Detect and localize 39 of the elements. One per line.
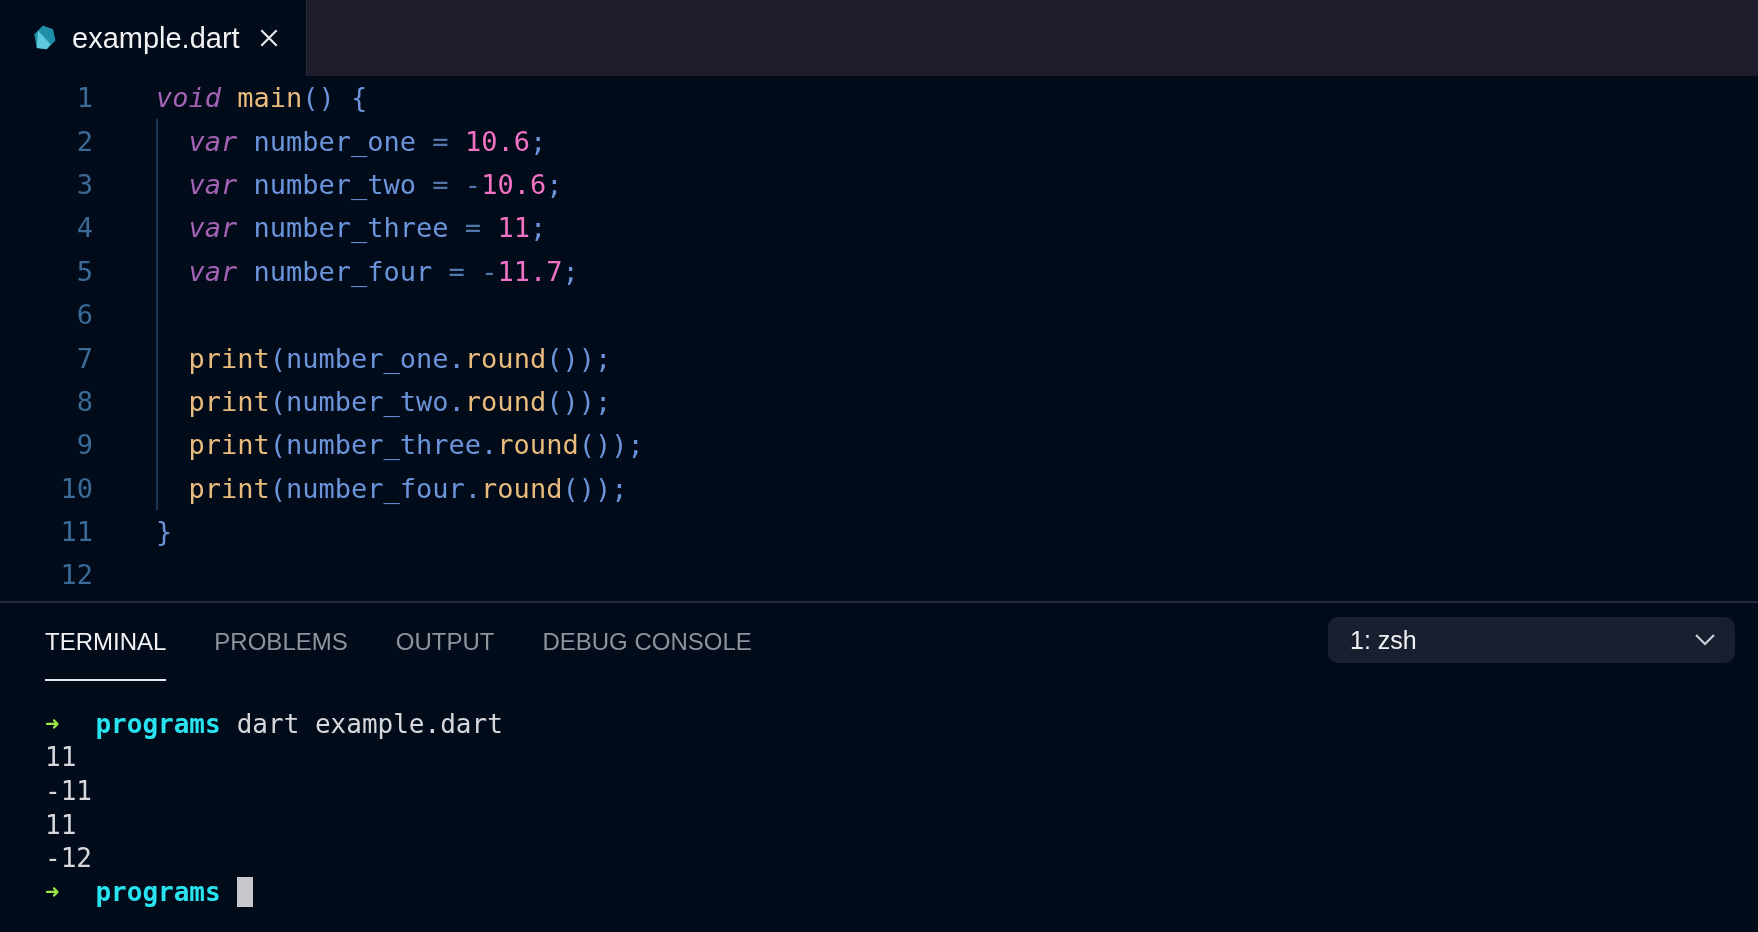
terminal-output: 11	[45, 809, 77, 840]
panel-tab[interactable]: OUTPUT	[395, 603, 495, 681]
code-line: var number_one = 10.6;	[188, 125, 547, 157]
text-cursor	[236, 876, 253, 907]
editor-tab[interactable]: example.dart	[0, 0, 307, 76]
code-line: var number_four = -11.7;	[188, 255, 579, 287]
chevron-down-icon	[1695, 634, 1715, 646]
prompt-arrow: ➜	[45, 709, 60, 738]
panel-tab[interactable]: TERMINAL	[45, 603, 167, 681]
line-number: 5	[75, 255, 93, 287]
panel-tab[interactable]: PROBLEMS	[214, 603, 348, 681]
line-number: 1	[75, 82, 93, 114]
terminal-select[interactable]: 1: zsh	[1328, 617, 1735, 663]
line-number: 2	[75, 125, 93, 157]
line-number: 8	[75, 385, 93, 417]
line-number: 10	[59, 472, 93, 504]
terminal-output: -11	[45, 776, 92, 806]
code-line: var number_three = 11;	[188, 212, 547, 244]
prompt-directory: programs	[95, 708, 221, 739]
panel-tab[interactable]: DEBUG CONSOLE	[542, 603, 752, 681]
code-line: void main() {	[156, 82, 368, 114]
line-number: 9	[75, 429, 93, 461]
terminal-output: 11	[45, 742, 77, 773]
code-line: }	[156, 516, 173, 548]
code-line: print(number_two.round());	[188, 385, 612, 417]
terminal-command: dart example.dart	[236, 708, 503, 739]
terminal-output: -12	[45, 843, 92, 874]
line-number: 6	[75, 299, 93, 331]
line-number: 7	[75, 342, 93, 374]
code-line: var number_two = -10.6;	[188, 168, 563, 200]
line-number: 12	[59, 559, 93, 591]
line-number: 11	[59, 516, 93, 548]
line-number: 4	[75, 212, 93, 244]
prompt-directory: programs	[95, 876, 221, 907]
line-number: 3	[75, 168, 93, 200]
code-line: print(number_four.round());	[188, 472, 628, 504]
code-line: print(number_one.round());	[188, 342, 612, 374]
prompt-arrow: ➜	[45, 877, 60, 906]
code-line: print(number_three.round());	[188, 429, 644, 461]
